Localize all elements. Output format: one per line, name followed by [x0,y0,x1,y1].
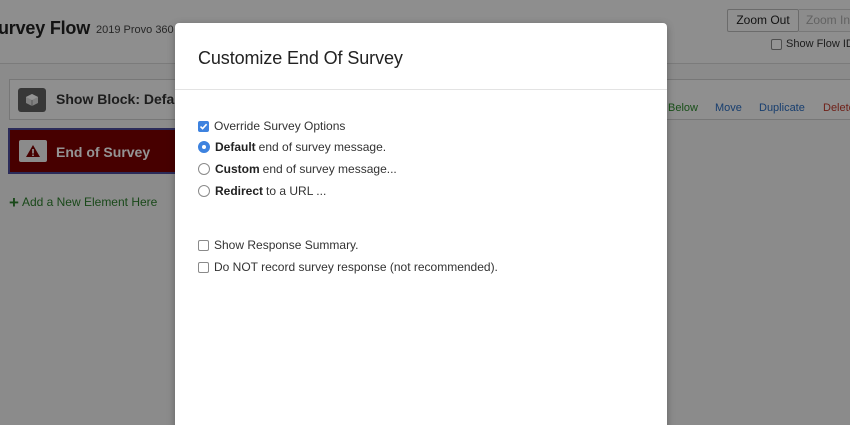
override-survey-options-checkbox[interactable] [198,120,209,132]
default-message-label: end of survey message. [258,140,387,154]
show-response-summary-label: Show Response Summary. [214,238,359,252]
custom-message-radio[interactable] [198,163,210,175]
redirect-url-radio[interactable] [198,185,210,197]
default-message-radio[interactable] [198,141,210,153]
modal-header: Customize End Of Survey [175,23,667,90]
show-response-summary-checkbox[interactable] [198,239,209,251]
modal-title: Customize End Of Survey [198,48,403,68]
custom-message-bold: Custom [215,162,260,176]
override-survey-options-label: Override Survey Options [214,119,346,133]
redirect-url-label: to a URL ... [266,184,327,198]
customize-end-of-survey-dialog: Customize End Of Survey Override Survey … [175,23,667,425]
redirect-url-option[interactable]: Redirect to a URL ... [198,184,326,198]
do-not-record-response-label: Do NOT record survey response (not recom… [214,260,498,274]
redirect-url-bold: Redirect [215,184,264,198]
default-message-bold: Default [215,140,256,154]
custom-message-label: end of survey message... [262,162,397,176]
do-not-record-response-option[interactable]: Do NOT record survey response (not recom… [198,260,498,274]
checkmark-icon [199,123,208,130]
do-not-record-response-checkbox[interactable] [198,261,209,273]
override-survey-options-option[interactable]: Override Survey Options [198,119,345,133]
custom-message-option[interactable]: Custom end of survey message... [198,162,397,176]
default-message-option[interactable]: Default end of survey message. [198,140,386,154]
show-response-summary-option[interactable]: Show Response Summary. [198,238,359,252]
